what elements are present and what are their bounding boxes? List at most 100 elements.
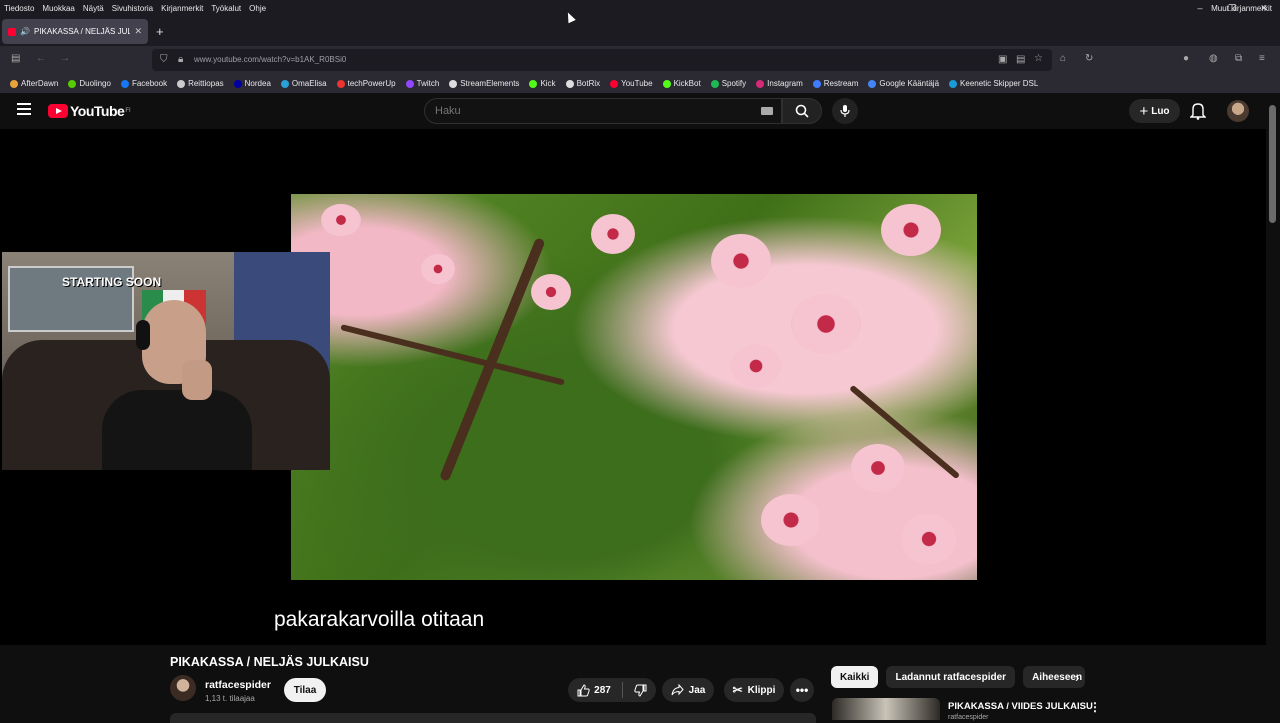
menu-bookmarks[interactable]: Kirjanmerkit	[161, 4, 203, 13]
tab-close-icon[interactable]: ✕	[134, 26, 142, 37]
share-button[interactable]: Jaa	[662, 678, 714, 702]
bookmark-item[interactable]: techPowerUp	[336, 79, 396, 88]
keyboard-icon[interactable]	[761, 107, 773, 115]
new-tab-button[interactable]: +	[156, 24, 164, 39]
thumbs-down-icon[interactable]	[634, 684, 647, 697]
notifications-bell-icon[interactable]	[1190, 102, 1206, 120]
bookmark-label: StreamElements	[460, 79, 520, 88]
blossom	[851, 444, 905, 492]
scrollbar-thumb[interactable]	[1269, 105, 1276, 223]
subscribe-button[interactable]: Tilaa	[284, 678, 326, 702]
share-label: Jaa	[688, 684, 706, 696]
more-actions-button[interactable]: •••	[790, 678, 814, 702]
like-button[interactable]: 287	[577, 683, 611, 697]
bookmark-item[interactable]: Restream	[812, 79, 858, 88]
bookmark-item[interactable]: BotRix	[565, 79, 600, 88]
bookmark-item[interactable]: Twitch	[405, 79, 439, 88]
user-avatar[interactable]	[1227, 100, 1249, 122]
bookmarks-other-folder[interactable]: Muut kirjanmerkit	[1211, 4, 1272, 13]
video-title: PIKAKASSA / NELJÄS JULKAISU	[170, 655, 369, 669]
chip-from-channel[interactable]: Ladannut ratfacespider	[886, 666, 1016, 688]
bookmark-item[interactable]: AfterDawn	[10, 79, 58, 88]
bookmark-label: Nordea	[244, 79, 271, 88]
bookmark-item[interactable]: Kick	[529, 79, 556, 88]
youtube-favicon-icon	[8, 27, 16, 36]
bookmark-item[interactable]: OmaElisa	[280, 79, 327, 88]
blossom	[421, 254, 455, 284]
menu-edit[interactable]: Muokkaa	[42, 4, 74, 13]
bookmark-star-icon[interactable]: ☆	[1034, 53, 1043, 64]
search-button[interactable]	[782, 98, 822, 124]
channel-avatar[interactable]	[170, 675, 196, 701]
streamer-hand	[182, 360, 212, 400]
account-icon[interactable]: ◍	[1209, 53, 1218, 64]
bookmark-label: Google Kääntäjä	[879, 79, 940, 88]
branch	[438, 237, 546, 482]
search-input[interactable]	[435, 105, 735, 117]
description-box[interactable]	[170, 713, 816, 723]
menu-view[interactable]: Näytä	[83, 4, 104, 13]
browser-menubar: Tiedosto Muokkaa Näytä Sivuhistoria Kirj…	[0, 0, 1280, 16]
voice-search-button[interactable]	[832, 98, 858, 124]
page-scrollbar[interactable]	[1266, 93, 1280, 720]
bookmark-item[interactable]: KickBot	[662, 79, 701, 88]
bookmark-favicon-icon	[868, 79, 877, 88]
hamburger-menu-icon[interactable]	[17, 103, 31, 115]
app-menu-icon[interactable]: ≡	[1259, 53, 1265, 64]
bookmark-item[interactable]: StreamElements	[449, 79, 519, 88]
bookmark-item[interactable]: Nordea	[233, 79, 271, 88]
search-box[interactable]	[424, 98, 782, 124]
bookmark-item[interactable]: Spotify	[710, 79, 746, 88]
youtube-logo[interactable]: YouTube FI	[48, 103, 131, 119]
speaker-icon[interactable]: 🔊	[20, 27, 30, 36]
bookmark-item[interactable]: Keenetic Skipper DSL	[949, 79, 1038, 88]
bookmark-item[interactable]: Facebook	[120, 79, 167, 88]
bookmark-favicon-icon	[662, 79, 671, 88]
bookmark-favicon-icon	[233, 79, 242, 88]
bookmark-item[interactable]: Instagram	[756, 79, 803, 88]
address-bar[interactable]: ⛉ 🔒︎ www.youtube.com/watch?v=b1AK_R0BSi0…	[152, 49, 1052, 71]
sidebar-toggle-icon[interactable]: ▤	[11, 53, 20, 64]
bookmark-label: OmaElisa	[291, 79, 327, 88]
recommendation-title[interactable]: PIKAKASSA / VIIDES JULKAISU	[948, 701, 1093, 712]
menu-history[interactable]: Sivuhistoria	[112, 4, 153, 13]
bookmark-favicon-icon	[529, 79, 538, 88]
bookmark-item[interactable]: Google Kääntäjä	[868, 79, 939, 88]
tab-active[interactable]: 🔊 PIKAKASSA / NELJÄS JULKAISU ✕	[2, 19, 148, 44]
extension-icon[interactable]: ●	[1183, 53, 1189, 64]
like-count: 287	[594, 684, 611, 696]
menu-help[interactable]: Ohje	[249, 4, 266, 13]
bookmark-label: Kick	[540, 79, 556, 88]
forward-icon[interactable]: →	[60, 53, 70, 64]
back-icon[interactable]: ←	[36, 53, 46, 64]
video-player[interactable]: STARTING SOON pakarakarvoilla otitaan	[0, 129, 1266, 645]
recommendation-thumbnail[interactable]	[832, 698, 940, 720]
chip-all[interactable]: Kaikki	[831, 666, 879, 688]
channel-name[interactable]: ratfacespider	[205, 679, 271, 691]
home-icon[interactable]: ⌂	[1060, 53, 1066, 64]
blossom	[901, 514, 957, 564]
extensions-puzzle-icon[interactable]: ⧉	[1235, 53, 1242, 64]
bookmark-favicon-icon	[10, 79, 18, 88]
bookmark-item[interactable]: Reittiopas	[177, 79, 224, 88]
reader-view-icon[interactable]: ▤	[1016, 54, 1025, 65]
url-text[interactable]: www.youtube.com/watch?v=b1AK_R0BSi0	[194, 55, 346, 64]
bookmark-favicon-icon	[710, 79, 719, 88]
bookmark-item[interactable]: Duolingo	[68, 79, 111, 88]
bookmark-label: Instagram	[767, 79, 803, 88]
blossom	[791, 294, 861, 354]
reload-icon[interactable]: ↻	[1085, 53, 1093, 64]
bookmark-favicon-icon	[812, 79, 821, 88]
menu-file[interactable]: Tiedosto	[4, 4, 34, 13]
create-button[interactable]: + Luo	[1129, 99, 1180, 123]
chevron-right-icon[interactable]: ›	[1075, 670, 1079, 685]
kebab-menu-icon[interactable]: ⋮	[1089, 700, 1101, 714]
clip-button[interactable]: ✂ Klippi	[724, 678, 784, 702]
lock-icon[interactable]: 🔒︎	[178, 54, 183, 65]
bookmark-label: Duolingo	[79, 79, 111, 88]
bookmark-item[interactable]: YouTube	[610, 79, 653, 88]
menu-tools[interactable]: Työkalut	[211, 4, 241, 13]
picture-in-picture-icon[interactable]: ▣	[998, 54, 1007, 65]
shield-icon[interactable]: ⛉	[160, 54, 168, 65]
video-frame-cherry-blossoms	[291, 194, 977, 580]
